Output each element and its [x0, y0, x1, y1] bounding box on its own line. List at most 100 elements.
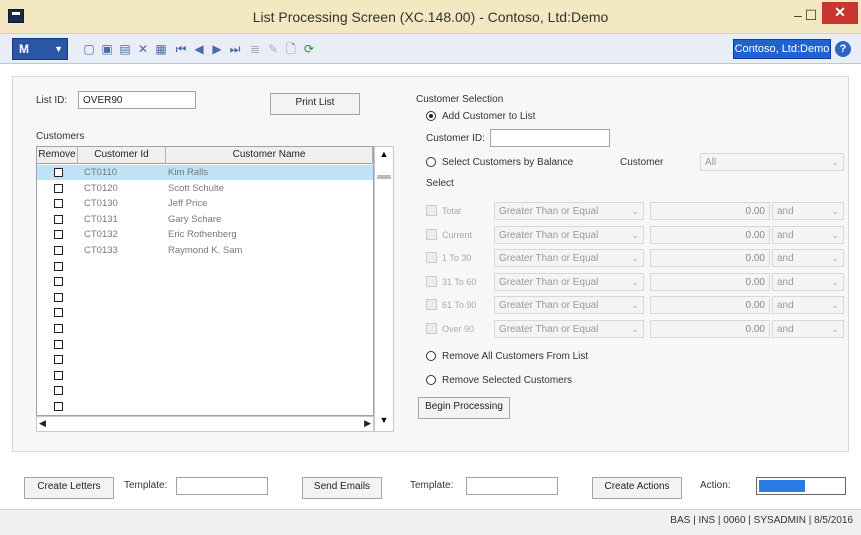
- table-row[interactable]: [37, 352, 373, 367]
- table-row[interactable]: [37, 290, 373, 305]
- grid-icon[interactable]: ▦: [154, 42, 168, 56]
- criteria-operator-select[interactable]: Greater Than or Equal ⌄: [494, 272, 644, 291]
- help-icon[interactable]: ?: [835, 41, 851, 57]
- remove-checkbox[interactable]: [54, 246, 63, 255]
- table-row[interactable]: CT0110 Kim Ralls: [37, 165, 373, 181]
- remove-checkbox[interactable]: [54, 386, 63, 396]
- column-customer-name[interactable]: Customer Name: [166, 147, 373, 164]
- remove-checkbox[interactable]: [54, 339, 63, 349]
- table-row[interactable]: [37, 259, 373, 274]
- criteria-operator-select[interactable]: Greater Than or Equal ⌄: [494, 296, 644, 315]
- scroll-thumb[interactable]: [377, 175, 391, 179]
- remove-checkbox[interactable]: [54, 277, 63, 287]
- save-icon[interactable]: ▣: [100, 42, 114, 56]
- criteria-operator-select[interactable]: Greater Than or Equal ⌄: [494, 249, 644, 268]
- company-button[interactable]: Contoso, Ltd:Demo: [733, 39, 831, 59]
- print-list-button[interactable]: Print List: [270, 93, 360, 115]
- close-button[interactable]: ✕: [822, 2, 858, 24]
- criteria-amount-input[interactable]: 0.00: [650, 202, 770, 220]
- table-row[interactable]: [37, 368, 373, 383]
- criteria-operator-select[interactable]: Greater Than or Equal ⌄: [494, 320, 644, 338]
- begin-processing-button[interactable]: Begin Processing: [418, 397, 510, 419]
- remove-checkbox[interactable]: [54, 183, 63, 193]
- criteria-amount-input[interactable]: 0.00: [650, 225, 770, 244]
- criteria-amount-input[interactable]: 0.00: [650, 296, 770, 315]
- scroll-up-icon[interactable]: ▲: [377, 149, 391, 163]
- criteria-checkbox[interactable]: [426, 228, 437, 240]
- progress-fill: [759, 480, 805, 492]
- criteria-conjunction-select[interactable]: and ⌄: [772, 320, 844, 338]
- remove-checkbox[interactable]: [54, 214, 63, 224]
- table-row[interactable]: [37, 321, 373, 336]
- add-customer-radio[interactable]: [426, 111, 436, 121]
- table-row[interactable]: CT0133 Raymond K. Sam: [37, 243, 373, 258]
- table-row[interactable]: [37, 305, 373, 320]
- remove-checkbox[interactable]: [54, 261, 63, 271]
- document-icon[interactable]: 🗋: [284, 42, 298, 56]
- criteria-amount-input[interactable]: 0.00: [650, 320, 770, 338]
- table-row[interactable]: [37, 337, 373, 352]
- remove-checkbox[interactable]: [54, 324, 63, 333]
- grid-vertical-scrollbar[interactable]: ▲ ▼: [374, 146, 394, 432]
- remove-checkbox[interactable]: [54, 402, 63, 411]
- customer-filter-select[interactable]: All ⌄: [700, 153, 844, 171]
- maximize-button[interactable]: ☐: [800, 4, 822, 28]
- criteria-checkbox[interactable]: [426, 275, 437, 287]
- criteria-operator-select[interactable]: Greater Than or Equal ⌄: [494, 225, 644, 244]
- table-row[interactable]: CT0132 Eric Rothenberg: [37, 227, 373, 242]
- emails-template-input[interactable]: [466, 477, 558, 495]
- first-record-icon[interactable]: ⏮: [174, 42, 188, 56]
- table-row[interactable]: CT0120 Scott Schulte: [37, 181, 373, 196]
- last-record-icon[interactable]: ⏭: [228, 42, 242, 56]
- new-icon[interactable]: ▢: [82, 42, 96, 56]
- app-menu-button[interactable]: M ▼: [12, 38, 68, 60]
- copy-icon[interactable]: ▤: [118, 42, 132, 56]
- criteria-checkbox[interactable]: [426, 323, 437, 334]
- criteria-conjunction-select[interactable]: and ⌄: [772, 225, 844, 244]
- send-emails-button[interactable]: Send Emails: [302, 477, 382, 499]
- criteria-operator-select[interactable]: Greater Than or Equal ⌄: [494, 202, 644, 220]
- remove-checkbox[interactable]: [54, 292, 63, 302]
- remove-checkbox[interactable]: [54, 355, 63, 365]
- criteria-checkbox[interactable]: [426, 252, 437, 264]
- table-row[interactable]: CT0130 Jeff Price: [37, 196, 373, 211]
- criteria-checkbox[interactable]: [426, 299, 437, 311]
- attach-icon[interactable]: ≣: [248, 42, 262, 56]
- remove-checkbox[interactable]: [54, 308, 63, 318]
- select-by-balance-radio[interactable]: [426, 157, 436, 167]
- create-letters-button[interactable]: Create Letters: [24, 477, 114, 499]
- previous-record-icon[interactable]: ◀: [192, 42, 206, 56]
- criteria-conjunction-select[interactable]: and ⌄: [772, 249, 844, 268]
- create-actions-button[interactable]: Create Actions: [592, 477, 682, 499]
- customer-name-cell: Scott Schulte: [168, 182, 224, 194]
- scroll-down-icon[interactable]: ▼: [377, 415, 391, 429]
- criteria-conjunction-select[interactable]: and ⌄: [772, 296, 844, 315]
- criteria-amount-input[interactable]: 0.00: [650, 249, 770, 268]
- list-id-input[interactable]: OVER90: [78, 91, 196, 109]
- criteria-amount-input[interactable]: 0.00: [650, 272, 770, 291]
- remove-all-radio[interactable]: [426, 351, 436, 361]
- next-record-icon[interactable]: ▶: [210, 42, 224, 56]
- column-remove[interactable]: Remove: [37, 147, 78, 164]
- scroll-right-icon[interactable]: ▶: [364, 418, 371, 429]
- column-customer-id[interactable]: Customer Id: [78, 147, 166, 164]
- delete-icon[interactable]: ✕: [136, 42, 150, 56]
- remove-checkbox[interactable]: [54, 230, 63, 240]
- table-row[interactable]: CT0131 Gary Schare: [37, 212, 373, 227]
- grid-horizontal-scrollbar[interactable]: ◀ ▶: [36, 416, 374, 432]
- table-row[interactable]: [37, 399, 373, 414]
- refresh-icon[interactable]: ⟳: [302, 42, 316, 56]
- scroll-left-icon[interactable]: ◀: [39, 418, 46, 429]
- remove-selected-radio[interactable]: [426, 375, 436, 385]
- remove-checkbox[interactable]: [54, 370, 63, 380]
- criteria-conjunction-select[interactable]: and ⌄: [772, 272, 844, 291]
- letters-template-input[interactable]: [176, 477, 268, 495]
- customer-id-input[interactable]: [490, 129, 610, 147]
- table-row[interactable]: [37, 274, 373, 289]
- remove-checkbox[interactable]: [54, 168, 63, 177]
- note-icon[interactable]: ✎: [266, 42, 280, 56]
- criteria-checkbox[interactable]: [426, 205, 437, 216]
- criteria-conjunction-select[interactable]: and ⌄: [772, 202, 844, 220]
- table-row[interactable]: [37, 383, 373, 398]
- remove-checkbox[interactable]: [54, 199, 63, 209]
